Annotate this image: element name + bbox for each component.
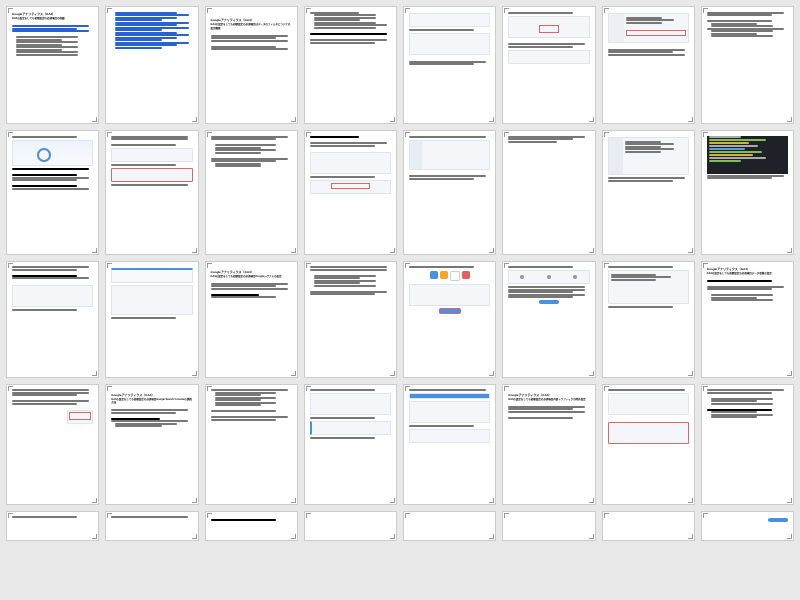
page-17[interactable] xyxy=(6,261,99,378)
page-33[interactable] xyxy=(6,511,99,541)
page-2[interactable] xyxy=(105,6,198,124)
page-38[interactable] xyxy=(502,511,595,541)
screenshot xyxy=(409,33,490,55)
page-32[interactable] xyxy=(701,384,794,505)
screenshot xyxy=(608,13,689,43)
page-16[interactable] xyxy=(701,130,794,255)
page-35[interactable] xyxy=(205,511,298,541)
screenshot xyxy=(111,268,192,283)
screenshot xyxy=(608,422,689,444)
screenshot xyxy=(409,401,490,423)
screenshot xyxy=(67,410,93,424)
page-25[interactable] xyxy=(6,384,99,505)
page-8[interactable] xyxy=(701,6,794,124)
screenshot xyxy=(310,421,391,435)
page-34[interactable] xyxy=(105,511,198,541)
page-21[interactable] xyxy=(403,261,496,378)
page-subtitle: GA4の設定をしても初期設定の必須項目の詳細 xyxy=(12,17,93,21)
page-12[interactable] xyxy=(304,130,397,255)
page-9[interactable] xyxy=(6,130,99,255)
page-19[interactable]: Googleアナリティクス（GA4） GA4の設定をしても初期設定の必須項目Go… xyxy=(205,261,298,378)
screenshot xyxy=(310,180,391,194)
page-30[interactable]: Googleアナリティクス（GA4） GA4の設定をしても初期設定の必須項目内部… xyxy=(502,384,595,505)
screenshot xyxy=(409,393,490,399)
page-23[interactable] xyxy=(602,261,695,378)
screenshot xyxy=(608,393,689,415)
page-24[interactable]: Googleアナリティクス（GA4） GA4の設定をしても初期設定の必須項目デー… xyxy=(701,261,794,378)
screenshot xyxy=(508,270,589,284)
page-20[interactable] xyxy=(304,261,397,378)
page-39[interactable] xyxy=(602,511,695,541)
page-title: Googleアナリティクス（GA4） xyxy=(508,393,589,397)
page-title: Googleアナリティクス（GA4） xyxy=(211,18,292,22)
page-37[interactable] xyxy=(403,511,496,541)
page-title: Googleアナリティクス（GA4） xyxy=(707,267,788,271)
screenshot xyxy=(310,152,391,174)
page-11[interactable] xyxy=(205,130,298,255)
page-18[interactable] xyxy=(105,261,198,378)
screenshot xyxy=(409,13,490,27)
icon-row xyxy=(409,271,490,281)
page-subtitle: GA4の設定をしても初期設定の必須項目データ収集の設定 xyxy=(707,272,788,276)
page-10[interactable] xyxy=(105,130,198,255)
button xyxy=(539,300,559,304)
screenshot xyxy=(12,285,93,307)
page-subtitle: GA4の設定をしても初期設定の必須項目Google Search Console… xyxy=(111,398,192,405)
screenshot xyxy=(310,393,391,415)
page-1[interactable]: Googleアナリティクス（GA4） GA4の設定をしても初期設定の必須項目の詳… xyxy=(6,6,99,124)
screenshot xyxy=(608,137,689,175)
map-chart xyxy=(12,140,93,166)
screenshot xyxy=(409,140,490,170)
screenshot xyxy=(111,148,192,162)
page-13[interactable] xyxy=(403,130,496,255)
page-14[interactable] xyxy=(502,130,595,255)
page-7[interactable] xyxy=(602,6,695,124)
screenshot xyxy=(409,429,490,443)
page-15[interactable] xyxy=(602,130,695,255)
page-title: Googleアナリティクス（GA4） xyxy=(111,393,192,397)
page-4[interactable] xyxy=(304,6,397,124)
page-36[interactable] xyxy=(304,511,397,541)
page-title: Googleアナリティクス（GA4） xyxy=(12,12,93,16)
screenshot xyxy=(608,270,689,304)
screenshot xyxy=(409,284,490,306)
page-22[interactable] xyxy=(502,261,595,378)
page-28[interactable] xyxy=(304,384,397,505)
page-40[interactable] xyxy=(701,511,794,541)
page-31[interactable] xyxy=(602,384,695,505)
thumbnail-grid: Googleアナリティクス（GA4） GA4の設定をしても初期設定の必須項目の詳… xyxy=(0,0,800,600)
page-subtitle: GA4の設定をしても初期設定の必須項目Googleシグナルの設定 xyxy=(211,275,292,279)
button xyxy=(439,308,461,314)
page-5[interactable] xyxy=(403,6,496,124)
screenshot xyxy=(508,50,589,64)
page-title: Googleアナリティクス（GA4） xyxy=(211,270,292,274)
page-29[interactable] xyxy=(403,384,496,505)
page-27[interactable] xyxy=(205,384,298,505)
page-subtitle: GA4の設定をしても初期設定の必須項目内部トラフィックの除外設定 xyxy=(508,398,589,402)
page-26[interactable]: Googleアナリティクス（GA4） GA4の設定をしても初期設定の必須項目Go… xyxy=(105,384,198,505)
code-block xyxy=(707,136,788,174)
page-3[interactable]: Googleアナリティクス（GA4） GA4の設定をしても初期設定の必須項目はデ… xyxy=(205,6,298,124)
page-subtitle: GA4の設定をしても初期設定の必須項目はデータのフィルタについての設定概要 xyxy=(211,23,292,30)
page-6[interactable] xyxy=(502,6,595,124)
screenshot xyxy=(111,285,192,315)
button xyxy=(768,518,788,522)
screenshot xyxy=(508,16,589,38)
screenshot xyxy=(111,168,192,182)
